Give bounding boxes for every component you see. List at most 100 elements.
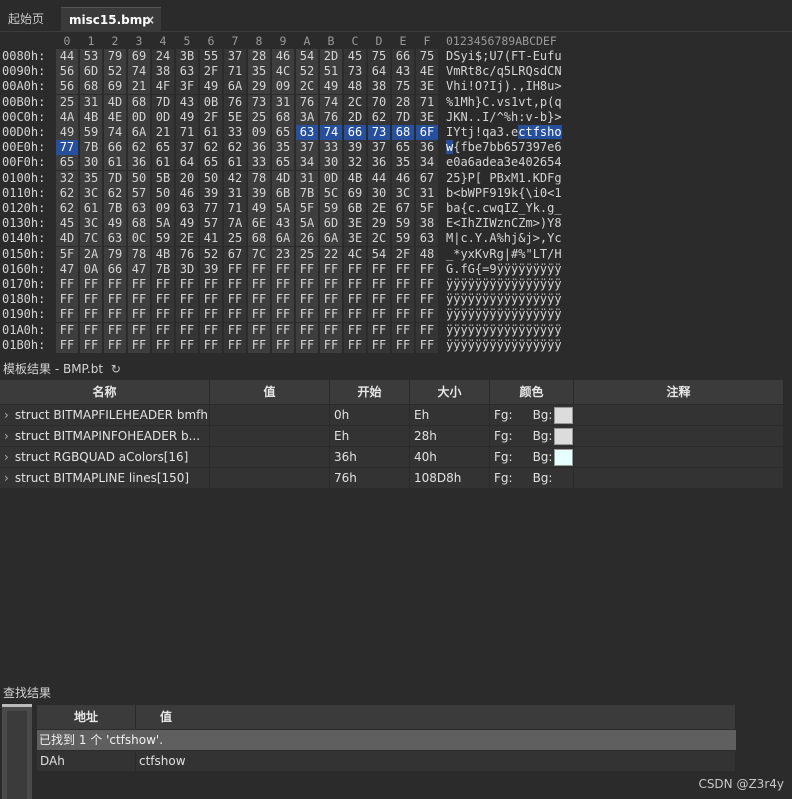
template-row[interactable]: › struct RGBQUAD aColors[16] 36h 40h Fg: Bg: — [0, 447, 784, 468]
hex-byte[interactable]: 52 — [200, 246, 222, 262]
hex-byte[interactable]: 09 — [272, 79, 294, 95]
hex-byte[interactable]: 5A — [296, 216, 318, 232]
hex-byte[interactable]: 59 — [80, 125, 102, 140]
hex-byte[interactable]: 36 — [416, 140, 438, 156]
hex-byte[interactable]: 49 — [200, 79, 222, 95]
hex-byte[interactable]: 63 — [104, 231, 126, 247]
hex-row[interactable]: 00A0h: 56 68 69 21 4F 3F 49 6A 29 09 2C 49 48 38 75 3E Vh… — [0, 79, 792, 95]
hex-row[interactable]: 0110h: 62 3C 62 57 50 46 39 31 39 6B 7B 5C 69 30 3C 31 b<… — [0, 185, 792, 201]
hex-byte[interactable]: 4B — [152, 246, 174, 262]
hex-byte[interactable]: 66 — [344, 125, 366, 140]
hex-byte[interactable]: 37 — [368, 140, 390, 156]
hex-byte[interactable]: FF — [392, 337, 414, 353]
hex-byte[interactable]: 71 — [416, 94, 438, 110]
hex-byte[interactable]: FF — [128, 307, 150, 323]
hex-byte[interactable]: FF — [272, 337, 294, 353]
hex-byte[interactable]: 50 — [152, 185, 174, 201]
hex-byte[interactable]: 35 — [392, 155, 414, 171]
hex-byte[interactable]: 62 — [200, 140, 222, 156]
hex-editor[interactable]: 0123456789ABCDEF 0123456789ABCDEF 0080h:… — [0, 32, 792, 354]
ascii-text[interactable]: ÿÿÿÿÿÿÿÿÿÿÿÿÿÿÿÿ — [446, 277, 562, 292]
hex-byte[interactable]: 3E — [416, 79, 438, 95]
column-header-address[interactable]: 地址 — [37, 705, 136, 729]
hex-byte[interactable]: 32 — [56, 170, 78, 186]
hex-row[interactable]: 0190h: FF FF FF FF FF FF FF FF FF FF FF FF FF FF FF FF ÿÿ… — [0, 307, 792, 323]
hex-byte[interactable]: FF — [152, 322, 174, 338]
ascii-text[interactable]: ÿÿÿÿÿÿÿÿÿÿÿÿÿÿÿÿ — [446, 307, 562, 322]
hex-byte[interactable]: 71 — [224, 64, 246, 80]
hex-byte[interactable]: 31 — [272, 94, 294, 110]
hex-byte[interactable]: 64 — [176, 155, 198, 171]
hex-byte[interactable]: 55 — [200, 49, 222, 64]
hex-byte[interactable]: 6D — [320, 216, 342, 232]
hex-byte[interactable]: FF — [248, 277, 270, 292]
hex-byte[interactable]: 31 — [224, 185, 246, 201]
hex-byte[interactable]: 63 — [128, 201, 150, 216]
hex-byte[interactable]: 65 — [200, 155, 222, 171]
hex-byte[interactable]: 0D — [128, 109, 150, 125]
hex-byte[interactable]: 23 — [272, 246, 294, 262]
hex-byte[interactable]: FF — [296, 292, 318, 308]
hex-byte[interactable]: 3C — [80, 216, 102, 232]
hex-byte[interactable]: 77 — [200, 201, 222, 216]
hex-row[interactable]: 0170h: FF FF FF FF FF FF FF FF FF FF FF FF FF FF FF FF ÿÿ… — [0, 277, 792, 292]
hex-byte[interactable]: 47 — [56, 261, 78, 277]
hex-byte[interactable]: 54 — [296, 49, 318, 64]
hex-byte[interactable]: FF — [128, 322, 150, 338]
hex-byte[interactable]: 63 — [296, 125, 318, 140]
hex-byte[interactable]: FF — [416, 322, 438, 338]
expand-icon[interactable]: › — [4, 429, 9, 443]
hex-byte[interactable]: 69 — [128, 49, 150, 64]
hex-byte[interactable]: 59 — [392, 231, 414, 247]
hex-byte[interactable]: FF — [320, 307, 342, 323]
hex-byte[interactable]: 21 — [128, 79, 150, 95]
hex-row[interactable]: 00D0h: 49 59 74 6A 21 71 61 33 09 65 63 74 66 73 68 6F IY… — [0, 125, 792, 140]
ascii-text[interactable]: e0a6adea3e402654 — [446, 155, 562, 170]
hex-byte[interactable]: 50 — [200, 170, 222, 186]
find-result-value[interactable]: ctfshow — [136, 751, 736, 771]
hex-byte[interactable]: FF — [200, 277, 222, 292]
hex-byte[interactable]: 4A — [56, 109, 78, 125]
column-header-value[interactable]: 值 — [136, 705, 736, 729]
find-result-address[interactable]: DAh — [37, 751, 136, 771]
ascii-text[interactable]: b<bWPF919k{\i0<1 — [446, 186, 562, 201]
hex-byte[interactable]: 4E — [104, 109, 126, 125]
hex-byte[interactable]: 4B — [80, 109, 102, 125]
hex-byte[interactable]: 28 — [248, 49, 270, 64]
hex-byte[interactable]: FF — [224, 261, 246, 277]
hex-byte[interactable]: 31 — [80, 94, 102, 110]
expand-icon[interactable]: › — [4, 471, 9, 485]
hex-byte[interactable]: FF — [416, 277, 438, 292]
ascii-text[interactable]: ÿÿÿÿÿÿÿÿÿÿÿÿÿÿÿÿ — [446, 323, 562, 338]
hex-byte[interactable]: 6A — [320, 231, 342, 247]
hex-byte[interactable]: 35 — [272, 140, 294, 156]
hex-byte[interactable]: 35 — [248, 64, 270, 80]
hex-byte[interactable]: 70 — [368, 94, 390, 110]
hex-byte[interactable]: FF — [344, 337, 366, 353]
hex-byte[interactable]: 37 — [176, 140, 198, 156]
hex-byte[interactable]: 7B — [296, 185, 318, 201]
template-row[interactable]: › struct BITMAPINFOHEADER b... Eh 28h Fg: Bg: — [0, 426, 784, 447]
hex-byte[interactable]: 4D — [272, 170, 294, 186]
hex-byte[interactable]: 52 — [104, 64, 126, 80]
hex-byte[interactable]: 5E — [224, 109, 246, 125]
hex-byte[interactable]: 78 — [248, 170, 270, 186]
hex-byte[interactable]: 09 — [152, 201, 174, 216]
hex-byte[interactable]: 39 — [200, 185, 222, 201]
hex-byte[interactable]: FF — [344, 261, 366, 277]
hex-byte[interactable]: 76 — [224, 94, 246, 110]
hex-byte[interactable]: FF — [296, 277, 318, 292]
column-header-value[interactable]: 值 — [210, 380, 330, 404]
hex-byte[interactable]: 36 — [128, 155, 150, 171]
hex-byte[interactable]: FF — [176, 337, 198, 353]
hex-byte[interactable]: 21 — [152, 125, 174, 140]
hex-byte[interactable]: 63 — [416, 231, 438, 247]
hex-byte[interactable]: 3C — [80, 185, 102, 201]
hex-byte[interactable]: FF — [176, 307, 198, 323]
hex-byte[interactable]: 68 — [272, 109, 294, 125]
hex-row[interactable]: 00C0h: 4A 4B 4E 0D 0D 49 2F 5E 25 68 3A 76 2D 62 7D 3E JK… — [0, 109, 792, 125]
hex-byte[interactable]: 61 — [152, 155, 174, 171]
hex-byte[interactable]: 77 — [56, 140, 78, 156]
hex-byte[interactable]: 5F — [296, 201, 318, 216]
hex-row[interactable]: 0120h: 62 61 7B 63 09 63 77 71 49 5A 5F 59 6B 2E 67 5F ba… — [0, 201, 792, 216]
